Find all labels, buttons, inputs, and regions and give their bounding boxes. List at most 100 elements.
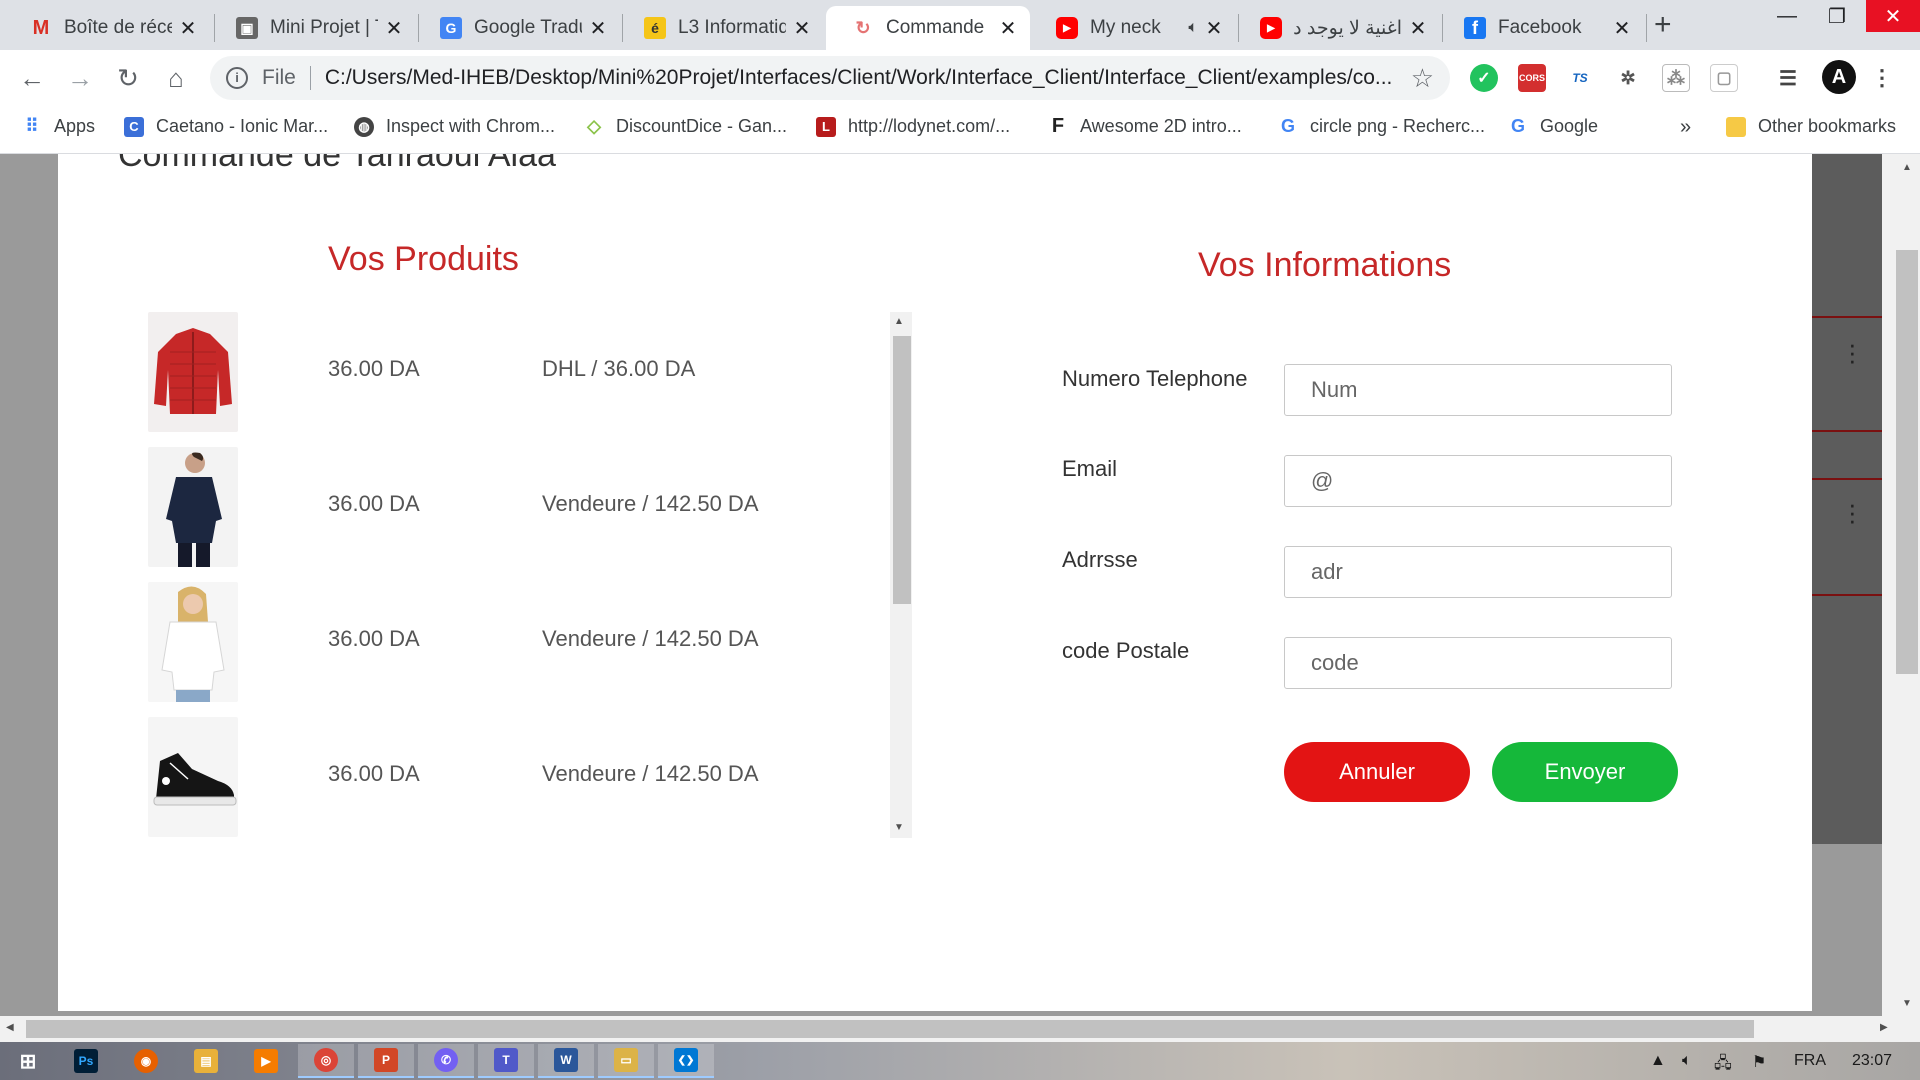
media-queue-icon[interactable]: ☰ <box>1774 64 1802 92</box>
postal-code-input[interactable] <box>1284 637 1672 689</box>
tab-title: Facebook <box>1498 17 1582 38</box>
bookmark-awesome-2d[interactable]: F Awesome 2D intro... <box>1048 115 1242 137</box>
tab-commande[interactable]: ↻ Commande ✕ <box>826 6 1030 50</box>
word-icon[interactable]: W <box>538 1044 594 1078</box>
puzzle-extension-icon[interactable]: ✲ <box>1614 64 1642 92</box>
input-language[interactable]: FRA <box>1794 1052 1826 1070</box>
product-list-scrollbar[interactable]: ▲ ▼ <box>890 312 912 838</box>
product-row[interactable]: 36.00 DA Vendeure / 142.50 DA <box>58 717 918 837</box>
product-shipping: Vendeure / 142.50 DA <box>542 491 759 516</box>
tab-google-translate[interactable]: G Google Tradu ✕ <box>414 6 620 50</box>
bookmark-star-icon[interactable]: ☆ <box>1411 63 1434 94</box>
checkmark-extension-icon[interactable]: ✓ <box>1470 64 1498 92</box>
flag-f-icon: F <box>1051 115 1065 137</box>
reload-button[interactable]: ↻ <box>110 60 146 96</box>
firefox-icon[interactable]: ◉ <box>118 1044 174 1078</box>
tab-facebook[interactable]: f Facebook ✕ <box>1438 6 1644 50</box>
forward-button[interactable]: → <box>62 60 98 96</box>
tab-gmail[interactable]: M Boîte de réce ✕ <box>4 6 210 50</box>
scroll-down-arrow-icon[interactable]: ▼ <box>894 822 904 833</box>
bookmark-google[interactable]: G Google <box>1508 116 1598 137</box>
action-center-flag-icon[interactable]: ⚑ <box>1752 1052 1766 1072</box>
phone-input[interactable] <box>1284 364 1672 416</box>
scroll-left-arrow-icon[interactable]: ◀ <box>6 1022 14 1033</box>
scrollbar-thumb[interactable] <box>26 1020 1754 1038</box>
audio-playing-icon[interactable]: 🔈︎ <box>1188 19 1198 37</box>
pdf-extension-icon[interactable]: ⁂ <box>1662 64 1690 92</box>
tab-arabic-song[interactable]: ▶ اغنية لا يوجد د ✕ <box>1234 6 1440 50</box>
cancel-button[interactable]: Annuler <box>1284 742 1470 802</box>
bookmark-other[interactable]: Other bookmarks <box>1726 116 1896 137</box>
bookmarks-overflow-button[interactable]: » <box>1680 116 1691 139</box>
close-tab-icon[interactable]: ✕ <box>588 16 608 41</box>
close-tab-icon[interactable]: ✕ <box>1204 16 1224 41</box>
info-icon[interactable]: i <box>226 67 248 89</box>
bookmark-label: circle png - Recherc... <box>1310 116 1486 136</box>
close-window-button[interactable]: ✕ <box>1866 0 1920 32</box>
vscode-icon[interactable]: ❮❯ <box>658 1044 714 1078</box>
viber-icon[interactable]: ✆ <box>418 1044 474 1078</box>
bookmark-caetano[interactable]: C Caetano - Ionic Mar... <box>124 116 328 137</box>
cors-extension-icon[interactable]: CORS <box>1518 64 1546 92</box>
bookmark-inspect[interactable]: ◍ Inspect with Chrom... <box>354 116 555 137</box>
powerpoint-icon[interactable]: P <box>358 1044 414 1078</box>
scrollbar-thumb[interactable] <box>893 336 911 604</box>
google-translate-icon: G <box>440 17 462 39</box>
close-tab-icon[interactable]: ✕ <box>792 16 812 41</box>
browser-toolbar: ← → ↻ ⌂ i File C:/Users/Med-IHEB/Desktop… <box>0 50 1920 106</box>
bookmark-circle-png[interactable]: G circle png - Recherc... <box>1278 116 1485 137</box>
white-shirt-image <box>148 582 238 702</box>
product-row[interactable]: 36.00 DA Vendeure / 142.50 DA <box>58 447 918 567</box>
url-scheme: File <box>262 66 296 89</box>
submit-button[interactable]: Envoyer <box>1492 742 1678 802</box>
media-player-icon[interactable]: ▶ <box>238 1044 294 1078</box>
tab-my-neck[interactable]: ▶ My neck 🔈︎ ✕ <box>1030 6 1236 50</box>
url-text[interactable]: C:/Users/Med-IHEB/Desktop/Mini%20Projet/… <box>325 66 1395 90</box>
close-tab-icon[interactable]: ✕ <box>1612 16 1632 41</box>
product-row[interactable]: 36.00 DA DHL / 36.00 DA <box>58 312 918 432</box>
product-price: 36.00 DA <box>328 626 420 651</box>
address-bar[interactable]: i File C:/Users/Med-IHEB/Desktop/Mini%20… <box>210 56 1450 100</box>
new-tab-button[interactable]: + <box>1654 8 1672 42</box>
product-list[interactable]: 36.00 DA DHL / 36.00 DA 36.00 DA Vendeur… <box>58 312 918 838</box>
profile-avatar[interactable]: A <box>1822 60 1856 94</box>
windows-start-icon[interactable]: ⊞ <box>0 1044 56 1078</box>
email-input[interactable] <box>1284 455 1672 507</box>
scroll-right-arrow-icon[interactable]: ▶ <box>1880 1022 1888 1033</box>
product-row[interactable]: 36.00 DA Vendeure / 142.50 DA <box>58 582 918 702</box>
background-row-divider <box>1812 594 1882 596</box>
scroll-up-arrow-icon[interactable]: ▲ <box>894 316 904 327</box>
page-horizontal-scrollbar[interactable]: ◀ ▶ <box>0 1016 1920 1042</box>
volume-icon[interactable]: 🔈︎ <box>1682 1052 1692 1070</box>
minimize-window-button[interactable]: — <box>1762 0 1812 32</box>
restore-window-button[interactable]: ❐ <box>1812 0 1862 32</box>
box-extension-icon[interactable]: ▢ <box>1710 64 1738 92</box>
scroll-up-arrow-icon[interactable]: ▲ <box>1902 162 1912 173</box>
menu-kebab-icon[interactable]: ⋮ <box>1868 64 1896 92</box>
tab-mini-projet[interactable]: ▣ Mini Projet | T ✕ <box>210 6 416 50</box>
network-icon[interactable]: 🖧 <box>1714 1052 1732 1079</box>
tray-overflow-icon[interactable]: ▲ <box>1650 1052 1666 1070</box>
close-tab-icon[interactable]: ✕ <box>998 16 1018 41</box>
ts-extension-icon[interactable]: TS <box>1566 64 1594 92</box>
page-loading-icon: ↻ <box>855 17 871 38</box>
address-input[interactable] <box>1284 546 1672 598</box>
close-tab-icon[interactable]: ✕ <box>178 16 198 41</box>
teams-icon[interactable]: T <box>478 1044 534 1078</box>
scroll-down-arrow-icon[interactable]: ▼ <box>1902 998 1912 1009</box>
bookmark-discountdice[interactable]: ◇ DiscountDice - Gan... <box>584 116 787 137</box>
page-vertical-scrollbar[interactable]: ▲ ▼ <box>1882 154 1920 1016</box>
close-tab-icon[interactable]: ✕ <box>1408 16 1428 41</box>
bookmark-lodynet[interactable]: L http://lodynet.com/... <box>816 116 1010 137</box>
home-button[interactable]: ⌂ <box>158 60 194 96</box>
photoshop-icon[interactable]: Ps <box>58 1044 114 1078</box>
tab-l3-informatique[interactable]: é L3 Informatiq ✕ <box>618 6 824 50</box>
chrome-icon[interactable]: ◎ <box>298 1044 354 1078</box>
scrollbar-thumb[interactable] <box>1896 250 1918 674</box>
file-explorer-icon[interactable]: ▤ <box>178 1044 234 1078</box>
folder-icon[interactable]: ▭ <box>598 1044 654 1078</box>
back-button[interactable]: ← <box>14 60 50 96</box>
clock[interactable]: 23:07 <box>1852 1052 1892 1070</box>
bookmark-apps[interactable]: ⠿ Apps <box>22 116 95 137</box>
close-tab-icon[interactable]: ✕ <box>384 16 404 41</box>
